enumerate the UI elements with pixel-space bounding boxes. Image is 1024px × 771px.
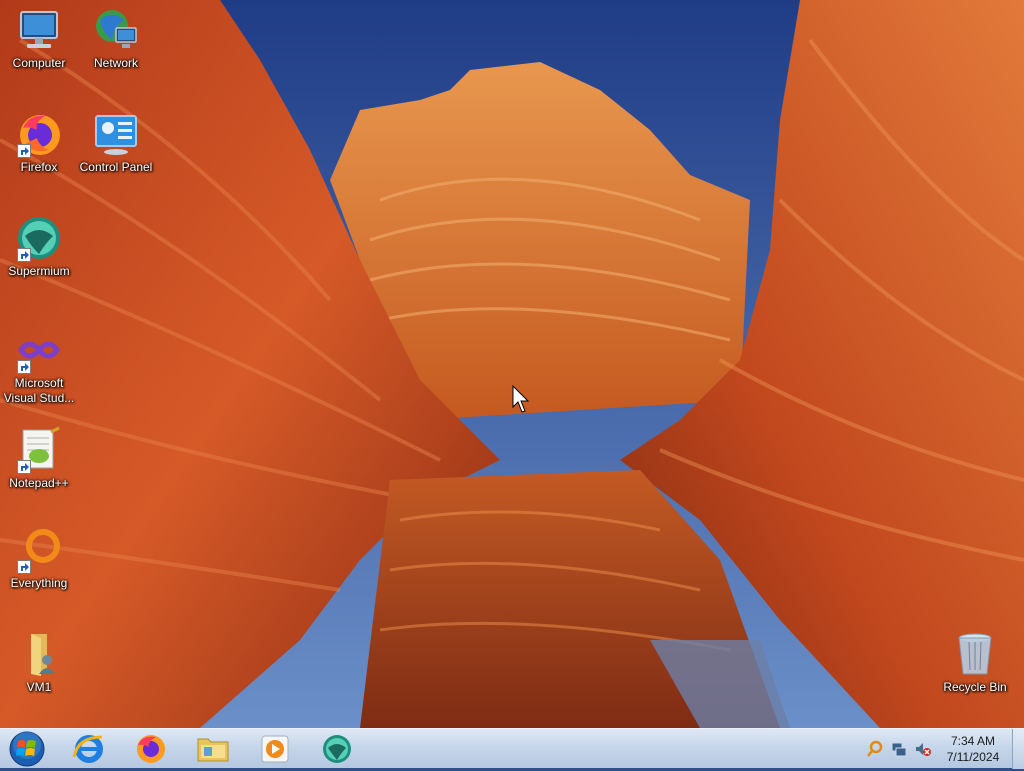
desktop-icon-vm1[interactable]: VM1 (1, 630, 77, 695)
desktop-icon-computer[interactable]: Computer (1, 6, 77, 71)
notepad-plus-plus-icon (15, 426, 63, 474)
desktop-icon-label: VM1 (26, 680, 52, 694)
supermium-icon (15, 214, 63, 262)
desktop-icon-label: Network (93, 56, 138, 70)
folder-user-icon (15, 630, 63, 678)
network-tray-icon[interactable] (890, 740, 908, 758)
shortcut-arrow-icon (17, 560, 31, 574)
desktop-icon-control-panel[interactable]: Control Panel (78, 110, 154, 175)
start-button[interactable] (6, 731, 48, 767)
desktop-icon-label: Supermium (8, 264, 70, 278)
firefox-icon (15, 110, 63, 158)
desktop-icon-recycle-bin[interactable]: Recycle Bin (937, 630, 1013, 695)
show-desktop-button[interactable] (1012, 729, 1024, 769)
supermium-icon (323, 735, 351, 763)
desktop-icon-everything[interactable]: Everything (1, 526, 77, 591)
media-player-icon (261, 735, 289, 763)
desktop-icon-label: Computer (12, 56, 66, 70)
shortcut-arrow-icon (17, 248, 31, 262)
recycle-bin-icon (951, 630, 999, 678)
system-clock[interactable]: 7:34 AM 7/11/2024 (932, 733, 1014, 765)
firefox-icon (137, 735, 165, 763)
everything-search-icon (15, 526, 63, 574)
desktop-icon-visual-studio[interactable]: Microsoft Visual Stud... (1, 326, 77, 406)
shortcut-arrow-icon (17, 460, 31, 474)
desktop-icon-label: Microsoft Visual Stud... (3, 376, 75, 405)
computer-icon (15, 6, 63, 54)
taskbar-file-explorer[interactable] (186, 731, 240, 767)
desktop-icon-supermium[interactable]: Supermium (1, 214, 77, 279)
file-explorer-icon (197, 738, 229, 762)
desktop-icon-label: Everything (10, 576, 68, 590)
search-tray-icon[interactable] (866, 740, 884, 758)
internet-explorer-icon (72, 735, 103, 763)
taskbar-internet-explorer[interactable] (62, 731, 116, 767)
clock-date: 7/11/2024 (946, 750, 1000, 764)
taskbar-supermium[interactable] (310, 731, 364, 767)
mouse-pointer-icon (512, 384, 532, 415)
shortcut-arrow-icon (17, 360, 31, 374)
desktop-icon-label: Firefox (20, 160, 58, 174)
taskbar-media-player[interactable] (248, 731, 302, 767)
desktop-icon-notepad-plus-plus[interactable]: Notepad++ (1, 426, 77, 491)
taskbar: 7:34 AM 7/11/2024 (0, 728, 1024, 769)
network-icon (92, 6, 140, 54)
clock-time: 7:34 AM (950, 734, 996, 748)
desktop-icon-firefox[interactable]: Firefox (1, 110, 77, 175)
volume-muted-icon[interactable] (914, 740, 932, 758)
shortcut-arrow-icon (17, 144, 31, 158)
desktop-icon-label: Notepad++ (9, 476, 69, 490)
visual-studio-icon (15, 326, 63, 374)
taskbar-firefox[interactable] (124, 731, 178, 767)
desktop-icon-label: Control Panel (79, 160, 153, 174)
windows-orb-icon (9, 731, 45, 767)
desktop-icon-label: Recycle Bin (943, 680, 1007, 694)
control-panel-icon (92, 110, 140, 158)
desktop-icon-network[interactable]: Network (78, 6, 154, 71)
